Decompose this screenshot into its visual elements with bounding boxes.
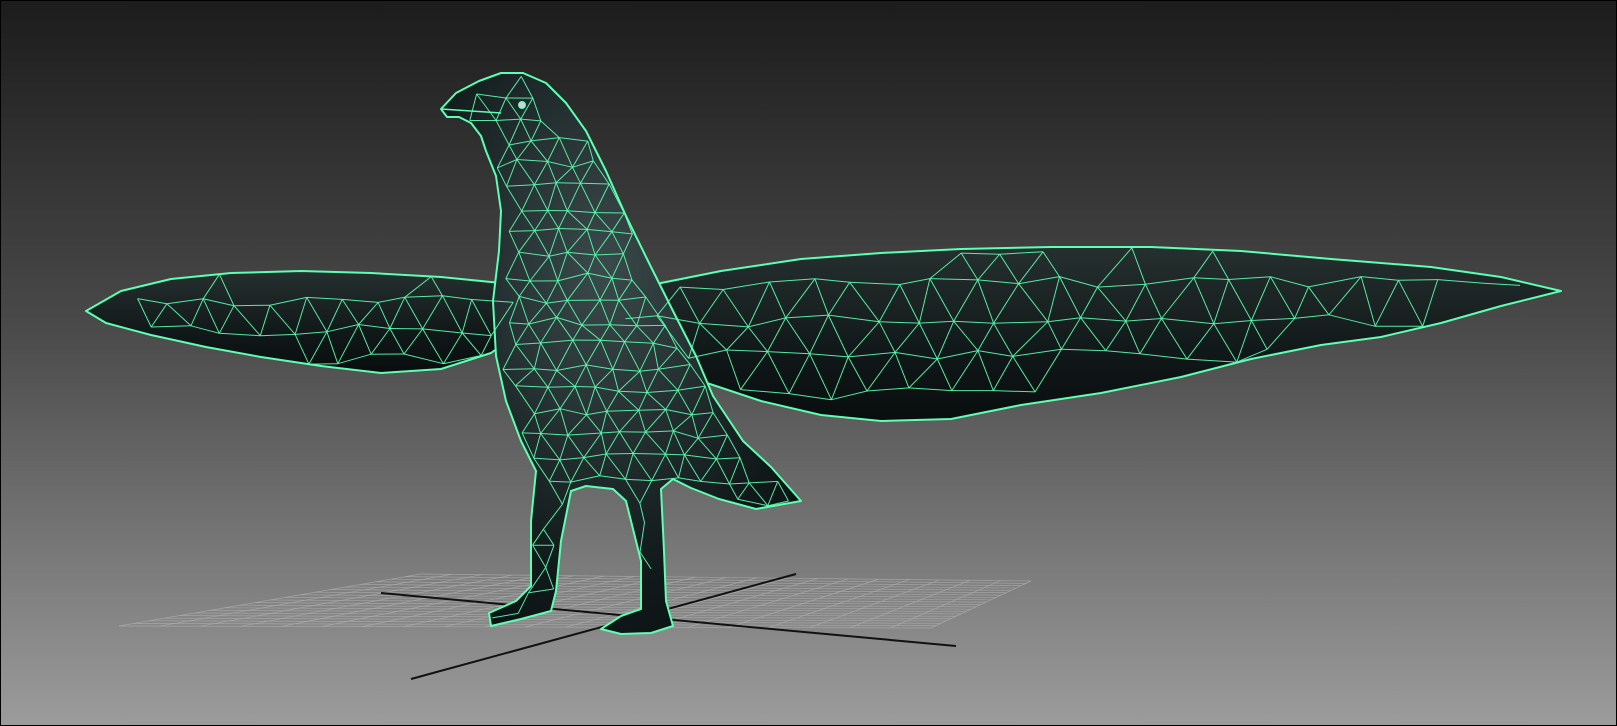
wire-edge bbox=[606, 453, 634, 455]
wire-edge bbox=[521, 210, 548, 212]
wire-edge bbox=[638, 409, 666, 411]
wire-edge bbox=[1398, 279, 1438, 281]
crow-eye bbox=[518, 101, 526, 109]
wire-edge bbox=[522, 432, 541, 434]
wire-edge bbox=[233, 304, 270, 307]
wire-edge bbox=[665, 453, 685, 456]
wire-edge bbox=[556, 182, 581, 184]
viewport-canvas[interactable] bbox=[1, 1, 1617, 726]
wire-edge bbox=[574, 386, 596, 388]
wire-edge bbox=[633, 453, 666, 455]
wire-edge bbox=[502, 368, 535, 370]
3d-viewport[interactable] bbox=[0, 0, 1617, 726]
